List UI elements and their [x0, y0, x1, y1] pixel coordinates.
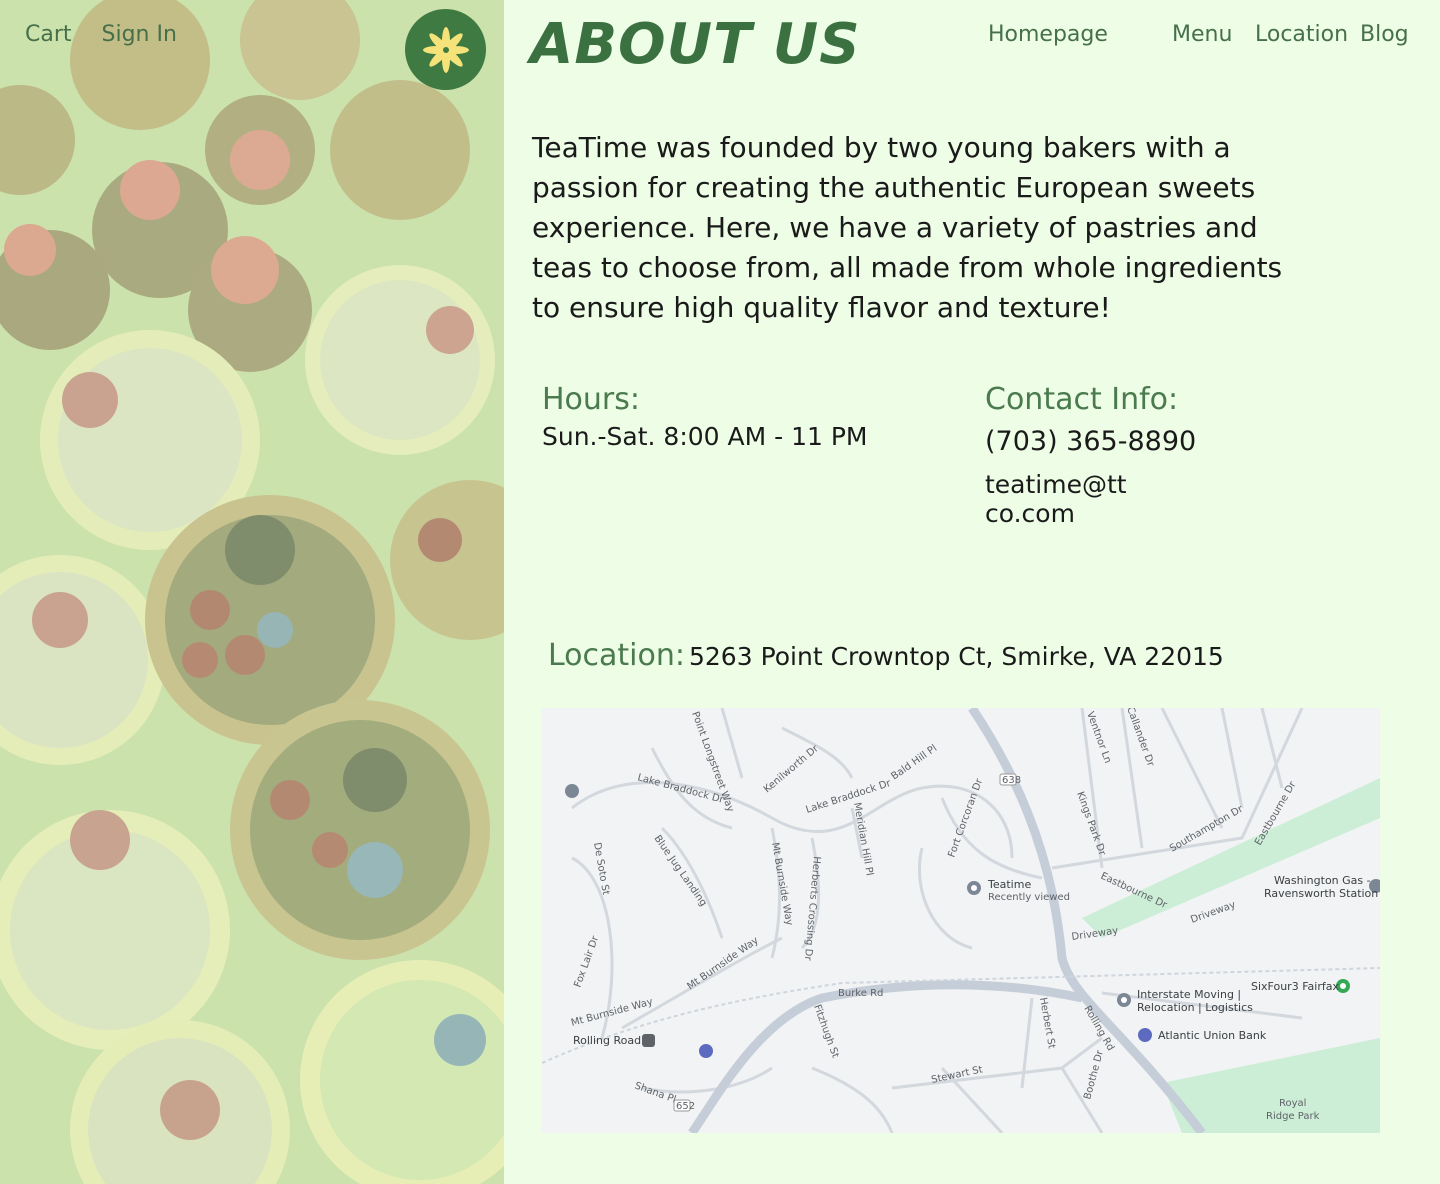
svg-text:Relocation | Logistics: Relocation | Logistics — [1137, 1001, 1253, 1014]
sign-in-link[interactable]: Sign In — [102, 22, 177, 47]
svg-text:638: 638 — [1002, 775, 1021, 786]
pastry-photo — [0, 0, 504, 1184]
svg-text:SixFour3 Fairfax: SixFour3 Fairfax — [1251, 980, 1339, 993]
street-label: Burke Rd — [838, 988, 883, 999]
bank-icon — [1138, 1028, 1152, 1042]
hours-value: Sun.-Sat. 8:00 AM - 11 PM — [542, 422, 868, 451]
teatime-logo[interactable] — [405, 9, 486, 90]
hours-heading: Hours: — [542, 382, 640, 417]
flower-icon — [422, 26, 469, 73]
nav-menu[interactable]: Menu — [1172, 22, 1232, 47]
location-address: 5263 Point Crowntop Ct, Smirke, VA 22015 — [689, 642, 1224, 671]
svg-text:Atlantic Union Bank: Atlantic Union Bank — [1158, 1029, 1267, 1042]
place-sixfour3[interactable]: SixFour3 Fairfax — [1251, 979, 1350, 993]
contact-phone: (703) 365-8890 — [985, 426, 1197, 457]
place-rolling-road[interactable]: Rolling Road — [573, 1034, 655, 1047]
train-icon — [642, 1034, 655, 1047]
nav-homepage[interactable]: Homepage — [988, 22, 1108, 47]
place-washington-gas[interactable]: Washington Gas - Ravensworth Station — [1264, 874, 1380, 900]
svg-text:Ravensworth Station: Ravensworth Station — [1264, 887, 1378, 900]
svg-text:Interstate Moving |: Interstate Moving | — [1137, 988, 1241, 1001]
svg-text:Washington Gas -: Washington Gas - — [1274, 874, 1371, 887]
route-shield: 638 — [999, 773, 1021, 786]
place-interstate-moving[interactable]: Interstate Moving | Relocation | Logisti… — [1117, 988, 1253, 1014]
svg-text:Ridge Park: Ridge Park — [1266, 1111, 1320, 1122]
svg-text:Royal: Royal — [1279, 1098, 1306, 1109]
contact-heading: Contact Info: — [985, 382, 1179, 417]
svg-text:Teatime: Teatime — [987, 878, 1031, 891]
route-shield: 652 — [673, 1099, 695, 1112]
location-map[interactable]: Lake Braddock Dr Lake Braddock Dr Point … — [542, 708, 1380, 1133]
map-pin-icon — [565, 784, 579, 798]
nav-blog[interactable]: Blog — [1360, 22, 1409, 47]
location-heading: Location: — [548, 638, 685, 673]
svg-text:Recently viewed: Recently viewed — [988, 892, 1070, 903]
cart-link[interactable]: Cart — [25, 22, 72, 47]
account-nav: Cart Sign In — [25, 22, 177, 47]
svg-text:Rolling Road: Rolling Road — [573, 1034, 641, 1047]
svg-text:652: 652 — [676, 1101, 695, 1112]
parking-icon — [699, 1044, 713, 1058]
about-intro: TeaTime was founded by two young bakers … — [532, 131, 1283, 324]
page-title: ABOUT US — [530, 12, 861, 77]
contact-email: teatime@ttco.com — [985, 470, 1127, 528]
place-atlantic-union-bank[interactable]: Atlantic Union Bank — [1138, 1028, 1267, 1042]
nav-location[interactable]: Location — [1255, 22, 1348, 47]
